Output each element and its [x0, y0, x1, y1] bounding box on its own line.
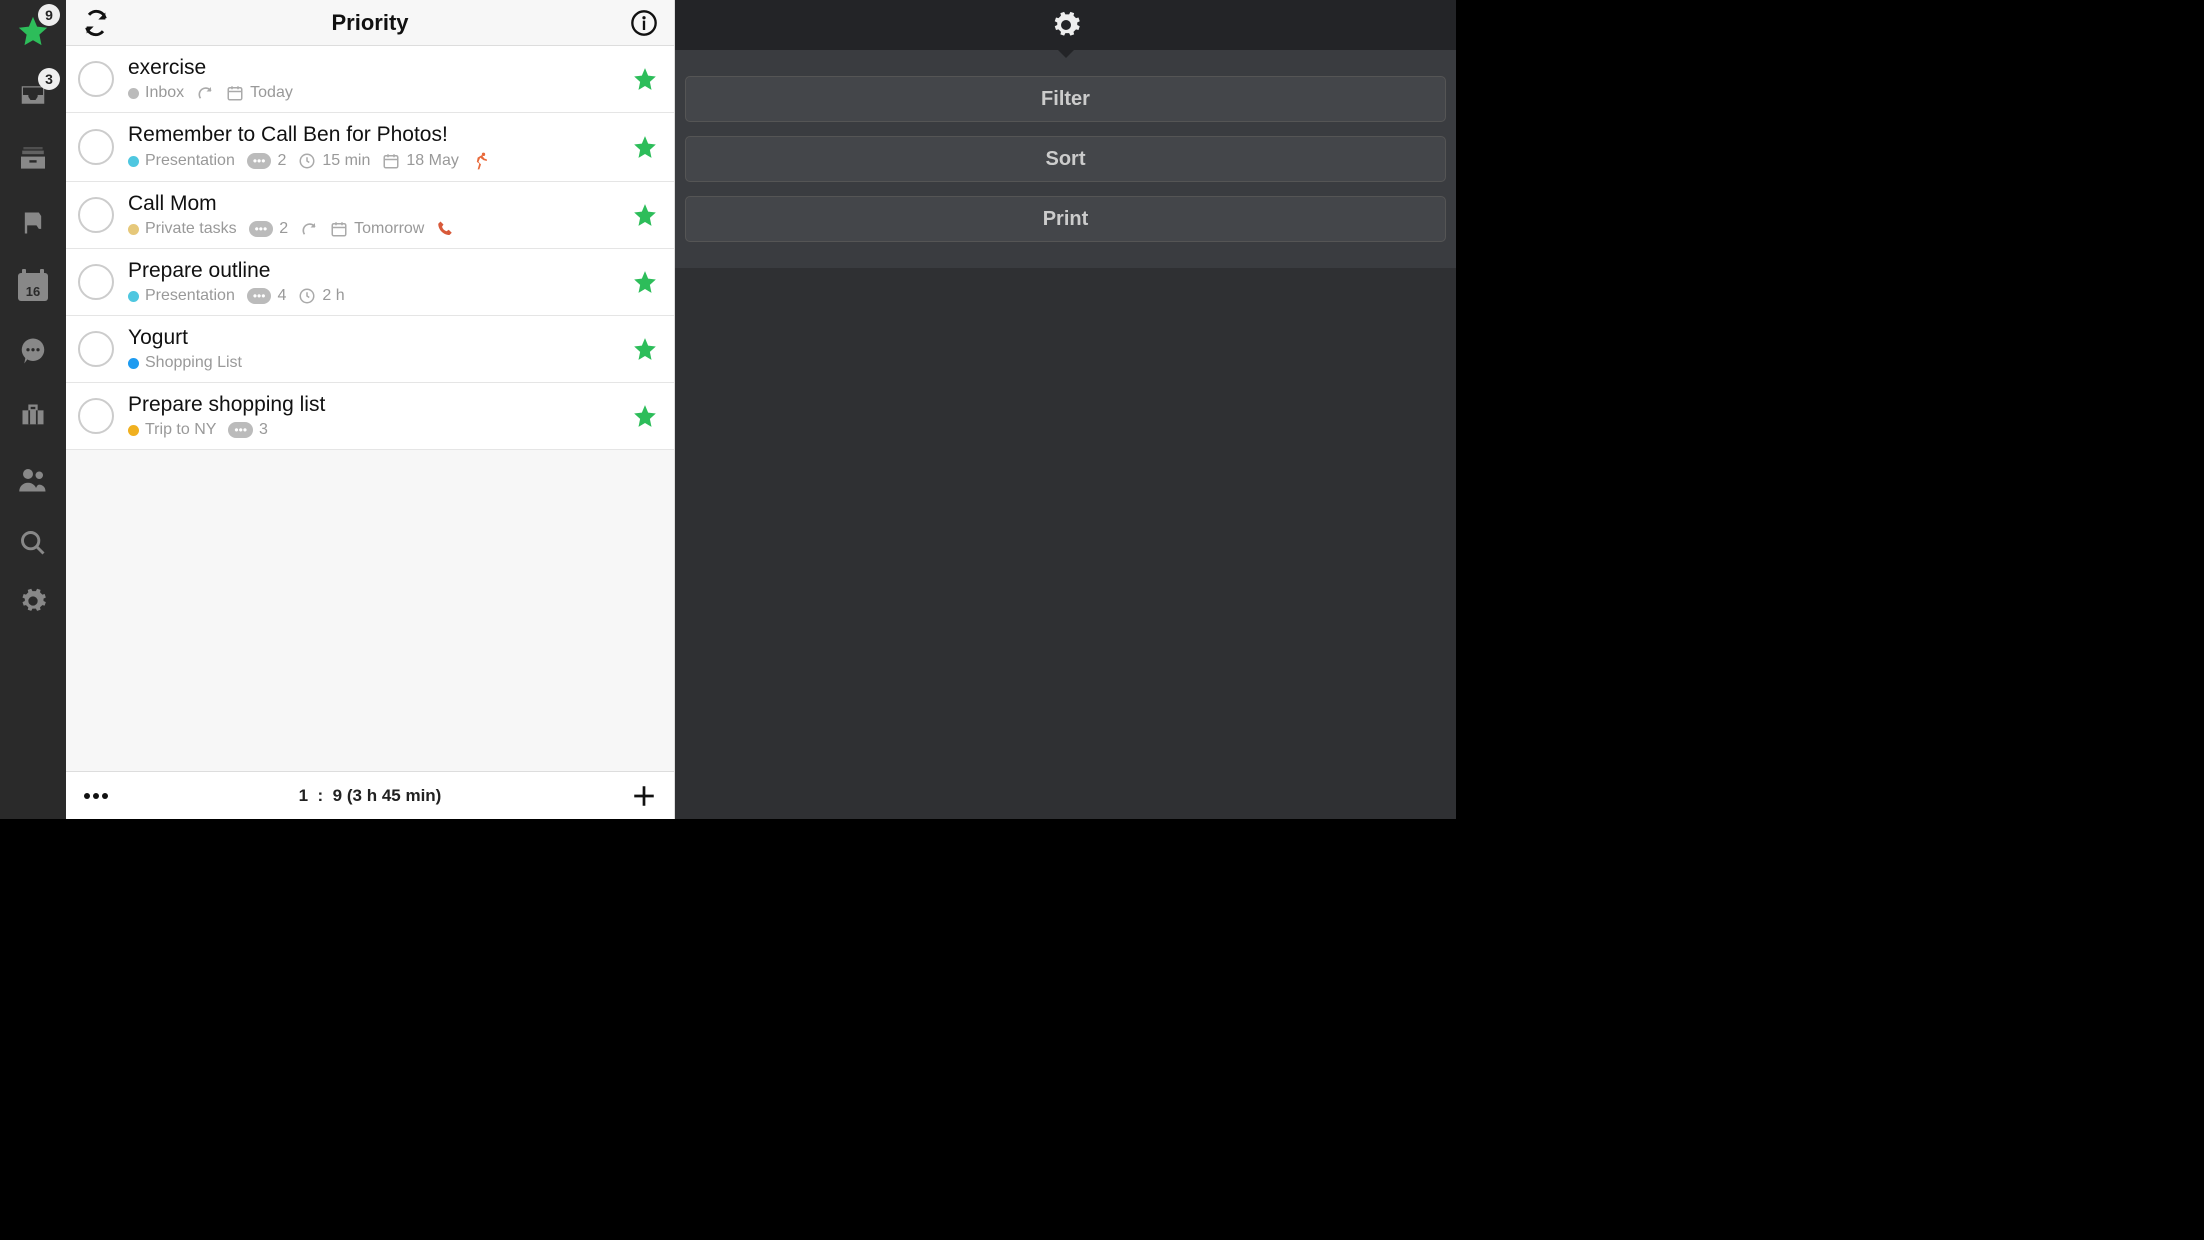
nav-people[interactable] — [12, 458, 54, 500]
nav-priority[interactable]: 9 — [12, 10, 54, 52]
nav-settings[interactable] — [12, 580, 54, 622]
task-star[interactable] — [630, 200, 660, 230]
priority-badge: 9 — [38, 4, 60, 26]
task-row[interactable]: exercise InboxToday — [66, 46, 674, 113]
task-row[interactable]: Call Mom Private tasks•••2Tomorrow — [66, 182, 674, 249]
settings-header — [675, 0, 1456, 50]
task-star[interactable] — [630, 267, 660, 297]
sort-button[interactable]: Sort — [685, 136, 1446, 182]
task-meta: Private tasks•••2Tomorrow — [128, 220, 630, 238]
task-title: Prepare shopping list — [128, 393, 630, 417]
task-list-name: Presentation — [145, 287, 235, 305]
task-row[interactable]: Prepare outline Presentation•••42 h — [66, 249, 674, 316]
task-title: exercise — [128, 56, 630, 80]
task-star[interactable] — [630, 334, 660, 364]
run-icon — [471, 151, 491, 171]
settings-body: Filter Sort Print — [675, 50, 1456, 268]
task-meta: Shopping List — [128, 354, 630, 372]
task-checkbox[interactable] — [78, 264, 114, 300]
page-title: Priority — [331, 10, 408, 36]
task-list-name: Trip to NY — [145, 421, 216, 439]
sync-button[interactable] — [80, 7, 112, 39]
task-title: Remember to Call Ben for Photos! — [128, 123, 630, 147]
footer-summary: 1 : 9 (3 h 45 min) — [299, 786, 442, 806]
task-row[interactable]: Remember to Call Ben for Photos! Presenta… — [66, 113, 674, 182]
task-star[interactable] — [630, 64, 660, 94]
task-meta: Trip to NY•••3 — [128, 421, 630, 439]
task-title: Prepare outline — [128, 259, 630, 283]
info-button[interactable] — [628, 7, 660, 39]
more-button[interactable] — [80, 780, 112, 812]
task-title: Call Mom — [128, 192, 630, 216]
header: Priority — [66, 0, 674, 46]
nav-briefcase[interactable] — [12, 394, 54, 436]
nav-search[interactable] — [12, 522, 54, 564]
task-list-name: Presentation — [145, 152, 235, 170]
task-meta: InboxToday — [128, 84, 630, 102]
task-checkbox[interactable] — [78, 197, 114, 233]
task-row[interactable]: Prepare shopping list Trip to NY•••3 — [66, 383, 674, 450]
nav-archive[interactable] — [12, 138, 54, 180]
task-list: exercise InboxToday Remember to Call Ben f… — [66, 46, 674, 771]
task-star[interactable] — [630, 401, 660, 431]
nav-inbox[interactable]: 3 — [12, 74, 54, 116]
task-checkbox[interactable] — [78, 129, 114, 165]
main-column: Priority exercise InboxToday Remember to C… — [66, 0, 675, 819]
nav-chat[interactable] — [12, 330, 54, 372]
nav-calendar[interactable]: 16 — [12, 266, 54, 308]
task-title: Yogurt — [128, 326, 630, 350]
task-checkbox[interactable] — [78, 398, 114, 434]
task-star[interactable] — [630, 132, 660, 162]
inbox-badge: 3 — [38, 68, 60, 90]
print-button[interactable]: Print — [685, 196, 1446, 242]
filter-button[interactable]: Filter — [685, 76, 1446, 122]
task-list-name: Private tasks — [145, 220, 237, 238]
task-meta: Presentation•••42 h — [128, 287, 630, 305]
task-row[interactable]: Yogurt Shopping List — [66, 316, 674, 383]
calendar-icon: 16 — [18, 273, 48, 301]
sidebar: 9 3 16 — [0, 0, 66, 819]
nav-flag[interactable] — [12, 202, 54, 244]
task-meta: Presentation•••215 min18 May — [128, 151, 630, 171]
task-list-name: Inbox — [145, 84, 184, 102]
task-list-name: Shopping List — [145, 354, 242, 372]
settings-panel: Filter Sort Print — [675, 0, 1456, 819]
add-button[interactable] — [628, 780, 660, 812]
gear-icon — [1051, 10, 1081, 40]
task-checkbox[interactable] — [78, 331, 114, 367]
phone-icon — [436, 220, 454, 238]
footer: 1 : 9 (3 h 45 min) — [66, 771, 674, 819]
task-checkbox[interactable] — [78, 61, 114, 97]
